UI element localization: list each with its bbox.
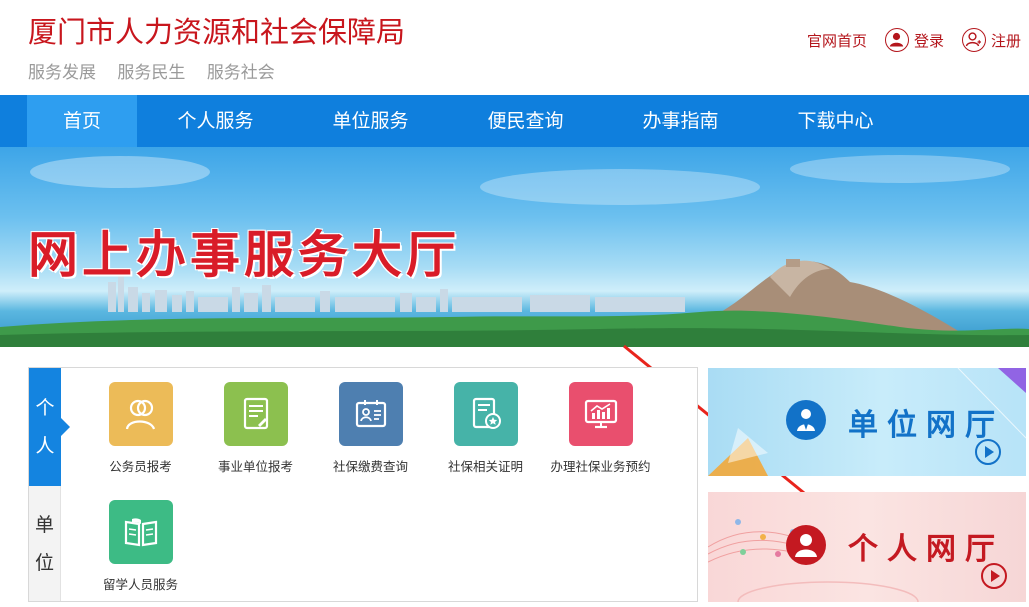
nav-item-public-query[interactable]: 便民查询 [447, 95, 604, 147]
tab-personal-char: 人 [35, 435, 55, 457]
service-label: 事业单位报考 [217, 459, 293, 474]
tab-personal[interactable]: 个 人 [29, 368, 70, 486]
service-social-security-appointment[interactable]: 办理社保业务预约 [543, 382, 658, 475]
play-icon[interactable] [981, 563, 1007, 589]
service-overseas-students[interactable]: 留学人员服务 [83, 500, 198, 593]
open-book-icon [108, 500, 173, 564]
top-links: 官网首页 登录 注册 [789, 28, 1021, 52]
tab-unit[interactable]: 单 位 [29, 486, 61, 601]
user-icon [786, 525, 826, 565]
id-card-icon [338, 382, 403, 446]
nav-item-personal-services[interactable]: 个人服务 [137, 95, 294, 147]
site-header: 厦门市人力资源和社会保障局 服务发展 服务民生 服务社会 官网首页 登录 注册 [0, 0, 1029, 95]
tab-personal-char: 个 [35, 397, 55, 419]
unit-online-hall-card[interactable]: 单位网厅 [708, 368, 1026, 476]
service-social-security-payment-query[interactable]: 社保缴费查询 [313, 382, 428, 475]
service-panel: 个 人 单 位 公务员报考 事业单位报考 社保缴费查询 社保相关证明 办理社保业… [28, 367, 698, 602]
tie-user-icon [786, 400, 826, 440]
certificate-icon [453, 382, 518, 446]
play-icon[interactable] [975, 439, 1001, 465]
person-outline-icon [108, 382, 173, 446]
login-link-label: 登录 [913, 31, 944, 50]
service-label: 社保相关证明 [447, 459, 523, 474]
login-link[interactable]: 登录 [884, 28, 944, 52]
service-label: 留学人员服务 [102, 577, 178, 592]
service-label: 公务员报考 [109, 459, 172, 474]
banner-title: 网上办事服务大厅 [28, 226, 460, 284]
slogan-item: 服务发展 [28, 63, 96, 83]
slogan-item: 服务社会 [206, 63, 275, 83]
unit-online-hall-title: 单位网厅 [848, 408, 1004, 443]
service-public-institution-exam[interactable]: 事业单位报考 [198, 382, 313, 475]
site-title[interactable]: 厦门市人力资源和社会保障局 [28, 18, 405, 47]
nav-item-download-center[interactable]: 下载中心 [757, 95, 914, 147]
panel-tabs: 个 人 单 位 [29, 368, 70, 601]
document-edit-icon [223, 382, 288, 446]
register-link[interactable]: 注册 [961, 28, 1021, 52]
service-social-security-certificate[interactable]: 社保相关证明 [428, 382, 543, 475]
user-add-icon [961, 28, 986, 52]
personal-online-hall-card[interactable]: 个人网厅 [708, 492, 1026, 602]
register-link-label: 注册 [990, 31, 1021, 50]
personal-online-hall-title: 个人网厅 [848, 532, 1004, 567]
tab-unit-char: 单 [34, 513, 54, 536]
tab-unit-char: 位 [34, 551, 54, 574]
home-link-label: 官网首页 [806, 31, 867, 50]
service-label: 社保缴费查询 [332, 459, 408, 474]
site-slogan: 服务发展 服务民生 服务社会 [28, 58, 291, 83]
hero-banner: 网上办事服务大厅 [0, 147, 1029, 347]
service-civil-servant-exam[interactable]: 公务员报考 [83, 382, 198, 475]
nav-item-home[interactable]: 首页 [27, 95, 137, 147]
service-label: 办理社保业务预约 [550, 459, 651, 474]
nav-item-unit-services[interactable]: 单位服务 [294, 95, 447, 147]
monitor-chart-icon [568, 382, 633, 446]
slogan-item: 服务民生 [117, 63, 186, 83]
home-link[interactable]: 官网首页 [807, 30, 867, 51]
nav-item-guide[interactable]: 办事指南 [604, 95, 757, 147]
user-icon [884, 28, 909, 52]
main-nav: 首页 个人服务 单位服务 便民查询 办事指南 下载中心 [0, 95, 1029, 147]
